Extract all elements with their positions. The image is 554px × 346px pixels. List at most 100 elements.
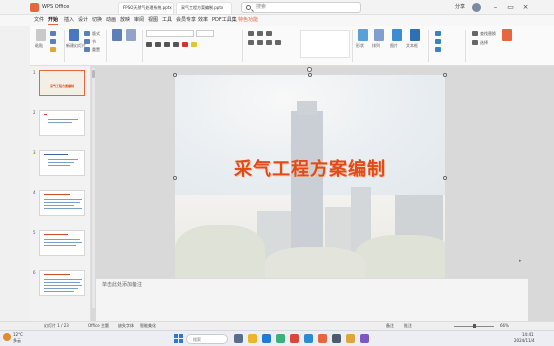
share-button[interactable]: 分享 xyxy=(455,4,465,11)
outline-icon[interactable] xyxy=(435,47,441,52)
menu-transition[interactable]: 切换 xyxy=(92,17,102,24)
app-icon[interactable] xyxy=(332,334,341,343)
shape-icon[interactable] xyxy=(358,29,368,41)
textbox-icon[interactable] xyxy=(410,29,420,41)
rotate-handle[interactable] xyxy=(307,67,312,72)
underline-icon[interactable] xyxy=(164,42,170,47)
zoom-level[interactable]: 66% xyxy=(500,323,509,329)
slide-template-icon[interactable] xyxy=(112,29,122,41)
edge-icon[interactable] xyxy=(262,334,271,343)
clock-date[interactable]: 2024/11/4 xyxy=(514,338,535,343)
doc-tab-1[interactable]: FPSO天然气处理系统.pptx xyxy=(118,2,174,14)
app-icon[interactable] xyxy=(360,334,369,343)
align-left-icon[interactable] xyxy=(248,40,254,45)
menu-efficiency[interactable]: 效率 xyxy=(198,17,208,24)
thumbnail-slide-4[interactable] xyxy=(39,190,85,216)
wechat-icon[interactable] xyxy=(276,334,285,343)
smart-beautify-button[interactable]: 智能美化 xyxy=(140,323,156,329)
menu-slideshow[interactable]: 放映 xyxy=(120,17,130,24)
bold-icon[interactable] xyxy=(146,42,152,47)
select-label: 选择 xyxy=(480,40,488,45)
resize-handle[interactable] xyxy=(173,73,177,77)
comment-button[interactable]: 批注 xyxy=(404,323,412,329)
italic-icon[interactable] xyxy=(155,42,161,47)
format-painter-icon[interactable] xyxy=(50,47,56,52)
arrange-icon[interactable] xyxy=(374,29,384,41)
file-explorer-icon[interactable] xyxy=(248,334,257,343)
notes-pane[interactable]: 单击此处添加备注 xyxy=(96,278,528,321)
font-name-select[interactable] xyxy=(146,30,194,37)
notes-button[interactable]: 备注 xyxy=(386,323,394,329)
menu-tools[interactable]: 工具 xyxy=(162,17,172,24)
menu-insert[interactable]: 插入 xyxy=(64,17,74,24)
wps-ai-icon[interactable] xyxy=(502,29,512,41)
thumbnail-slide-6[interactable] xyxy=(39,270,85,296)
clock-time[interactable]: 14:41 xyxy=(522,332,534,337)
layout-icon[interactable] xyxy=(84,31,90,36)
thumbnail-scrollbar[interactable] xyxy=(92,68,95,308)
minimize-icon[interactable]: – xyxy=(491,3,500,12)
quick-style-icon[interactable] xyxy=(435,31,441,36)
strikethrough-icon[interactable] xyxy=(173,42,179,47)
app-tab[interactable]: WPS Office xyxy=(42,4,69,11)
maximize-icon[interactable]: ▭ xyxy=(506,3,515,12)
resize-handle[interactable] xyxy=(308,73,312,77)
thumbnail-scroll-thumb[interactable] xyxy=(92,70,95,78)
app-icon[interactable] xyxy=(304,334,313,343)
smart-layout-icon[interactable] xyxy=(126,29,136,41)
bullets-icon[interactable] xyxy=(248,31,254,36)
scroll-arrow-icon[interactable]: ▸ xyxy=(519,258,524,264)
new-slide-icon[interactable] xyxy=(69,29,79,41)
title-search-input[interactable]: 搜索 xyxy=(241,2,361,13)
font-size-select[interactable] xyxy=(196,30,214,37)
menu-review[interactable]: 审阅 xyxy=(134,17,144,24)
menu-view[interactable]: 视图 xyxy=(148,17,158,24)
picture-icon[interactable] xyxy=(392,29,402,41)
reset-icon[interactable] xyxy=(84,47,90,52)
wps-taskbar-icon[interactable] xyxy=(290,334,299,343)
close-icon[interactable]: × xyxy=(521,3,530,12)
cut-icon[interactable] xyxy=(50,31,56,36)
menu-file[interactable]: 文件 xyxy=(34,17,44,24)
slide-title[interactable]: 采气工程方案编制 xyxy=(175,155,445,181)
menu-home[interactable]: 开始 xyxy=(48,17,59,25)
thumbnail-slide-2[interactable] xyxy=(39,110,85,136)
taskbar-search-input[interactable]: 搜索 xyxy=(186,334,228,344)
thumbnail-slide-3[interactable] xyxy=(39,150,85,176)
find-icon[interactable] xyxy=(472,31,478,36)
resize-handle[interactable] xyxy=(443,73,447,77)
justify-icon[interactable] xyxy=(275,40,281,45)
slide-canvas[interactable]: 采气工程方案编制 xyxy=(175,75,445,278)
resize-handle[interactable] xyxy=(443,176,447,180)
shape-gallery[interactable] xyxy=(300,30,350,58)
font-color-icon[interactable] xyxy=(182,42,188,47)
missing-font-button[interactable]: 缺失字体 xyxy=(118,323,134,329)
avatar[interactable] xyxy=(472,3,481,12)
menu-animation[interactable]: 动画 xyxy=(106,17,116,24)
taskbar-search-placeholder: 搜索 xyxy=(193,337,201,342)
select-icon[interactable] xyxy=(472,40,478,45)
app-icon[interactable] xyxy=(318,334,327,343)
section-icon[interactable] xyxy=(84,39,90,44)
menu-member[interactable]: 会员专享 xyxy=(176,17,196,24)
paste-icon[interactable] xyxy=(36,29,46,41)
thumbnail-slide-1[interactable]: 采气工程方案编制 xyxy=(39,70,85,96)
resize-handle[interactable] xyxy=(173,176,177,180)
windows-start-icon[interactable] xyxy=(174,334,183,343)
app-icon[interactable] xyxy=(346,334,355,343)
menu-design[interactable]: 设计 xyxy=(78,17,88,24)
zoom-slider-knob[interactable] xyxy=(473,324,476,328)
thumbnail-slide-5[interactable] xyxy=(39,230,85,256)
menu-pdf[interactable]: PDF工具集 xyxy=(212,17,237,24)
numbering-icon[interactable] xyxy=(257,31,263,36)
copy-icon[interactable] xyxy=(50,39,56,44)
align-right-icon[interactable] xyxy=(266,40,272,45)
weather-icon[interactable] xyxy=(3,333,11,341)
fill-icon[interactable] xyxy=(435,39,441,44)
task-view-icon[interactable] xyxy=(234,334,243,343)
menu-special[interactable]: 特色功能 xyxy=(238,17,258,24)
align-center-icon[interactable] xyxy=(257,40,263,45)
indent-icon[interactable] xyxy=(266,31,272,36)
highlight-icon[interactable] xyxy=(191,42,197,47)
doc-tab-2[interactable]: 采气工程方案编制.pptx xyxy=(176,2,232,14)
